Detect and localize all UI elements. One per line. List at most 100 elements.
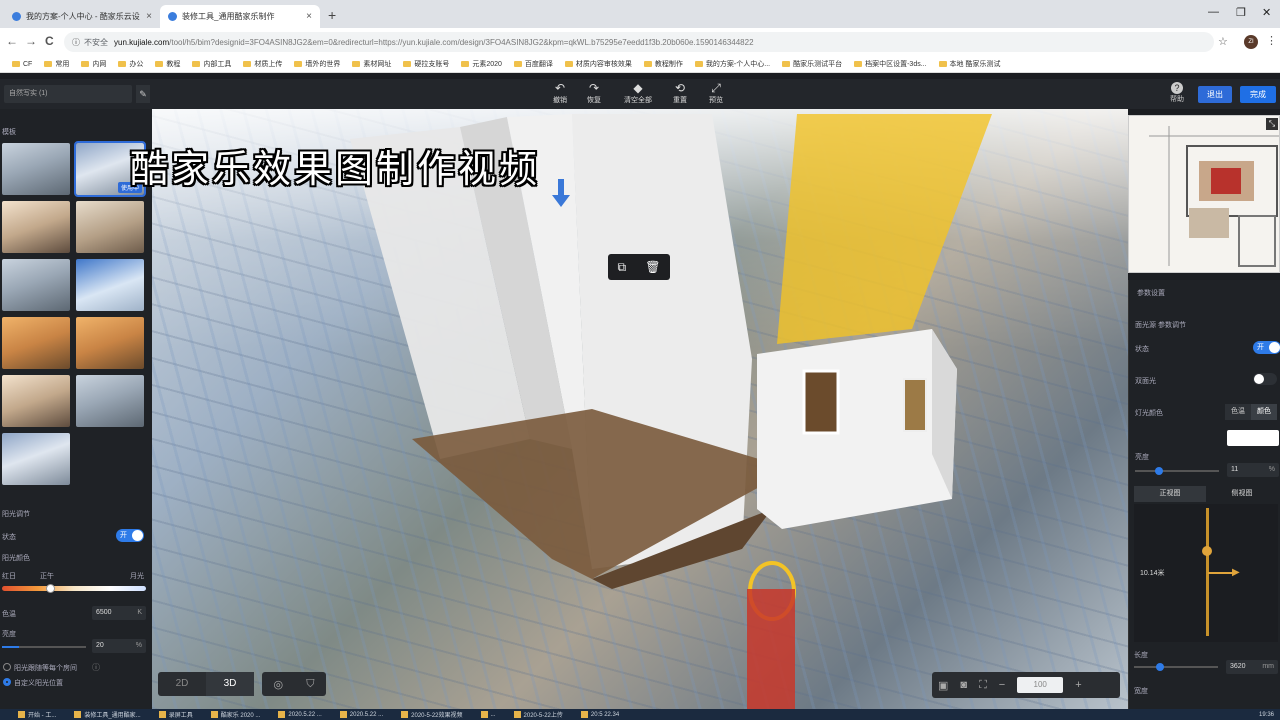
template-thumbnail[interactable] (2, 143, 70, 195)
tab-close-icon[interactable]: × (146, 11, 152, 22)
walk-icon[interactable]: ⛉ (306, 678, 314, 691)
floorplan-minimap[interactable] (1128, 115, 1280, 273)
color-temp-tab[interactable]: 色温 (1225, 404, 1251, 420)
undo-button[interactable]: ↶ 撤销 (545, 81, 575, 105)
length-input[interactable]: 3620 mm (1226, 660, 1278, 674)
template-thumbnail[interactable] (2, 375, 70, 427)
bookmark-item[interactable]: 教程制作 (643, 59, 683, 69)
zoom-in-button[interactable]: + (1075, 679, 1081, 691)
edit-icon[interactable]: ✎ (136, 85, 150, 103)
browser-tab-my-designs[interactable]: 我的方案-个人中心 - 酷家乐云设 × (4, 5, 160, 28)
clear-all-button[interactable]: ◆ 清空全部 (620, 81, 656, 105)
sun-color-slider[interactable] (2, 586, 146, 591)
bookmark-item[interactable]: 百度翻译 (513, 59, 553, 69)
light-brightness-input[interactable]: 11 % (1227, 463, 1279, 477)
info-icon[interactable]: ⓘ (72, 37, 80, 48)
bookmark-item[interactable]: 我的方案-个人中心... (694, 59, 770, 69)
template-thumbnail[interactable] (76, 259, 144, 311)
view-3d-button[interactable]: 3D (206, 672, 254, 696)
radio-custom-position[interactable] (3, 678, 11, 686)
bookmark-item[interactable]: 材质内容审核效果 (564, 59, 632, 69)
exit-button[interactable]: 退出 (1198, 86, 1232, 103)
avatar[interactable]: ZI (1244, 35, 1258, 49)
taskbar-item[interactable]: 酷家乐 2020 ... (210, 710, 260, 719)
bookmark-item[interactable]: 墙外的世界 (294, 59, 340, 69)
bookmark-item[interactable]: 档案中区设置-3ds... (854, 59, 927, 69)
bookmark-item[interactable]: 内网 (81, 59, 106, 69)
redo-button[interactable]: ↷ 恢复 (579, 81, 609, 105)
taskbar-item[interactable]: ... (480, 711, 496, 718)
bookmark-item[interactable]: 酷家乐测试平台 (782, 59, 842, 69)
front-view-tab[interactable]: 正视图 (1134, 486, 1206, 502)
template-thumbnail[interactable] (76, 317, 144, 369)
close-window-button[interactable]: ✕ (1262, 6, 1271, 19)
info-icon[interactable]: ⓘ (92, 662, 100, 673)
back-button[interactable]: ← (6, 34, 18, 48)
taskbar-item[interactable]: 录屏工具 (158, 710, 193, 719)
template-thumbnail[interactable] (2, 201, 70, 253)
maximize-button[interactable]: ❐ (1236, 6, 1246, 19)
taskbar-item[interactable]: 2020-5-22上传 (513, 710, 563, 719)
sun-state-toggle[interactable]: 开 (116, 529, 144, 542)
bookmark-star-icon[interactable]: ☆ (1218, 35, 1228, 48)
length-handle[interactable] (1156, 663, 1164, 671)
copy-icon[interactable]: ⧉ (618, 260, 627, 275)
forward-button[interactable]: → (25, 34, 37, 48)
template-thumbnail[interactable] (2, 259, 70, 311)
minimap-toggle-icon[interactable]: ⤡ (1266, 118, 1278, 130)
camera-icon[interactable]: ◎ (274, 678, 284, 691)
brightness-input[interactable]: 20 % (92, 639, 146, 653)
template-thumbnail[interactable] (2, 317, 70, 369)
side-view-tab[interactable]: 侧视图 (1206, 486, 1278, 502)
url-input[interactable]: ⓘ 不安全 yun.kujiale.com /tool/h5/bim?desig… (64, 32, 1214, 52)
bookmark-item[interactable]: 常用 (44, 59, 69, 69)
template-thumbnail[interactable] (2, 433, 70, 485)
taskbar-item[interactable]: 装修工具_通用酷家... (74, 710, 141, 719)
light-brightness-handle[interactable] (1155, 467, 1163, 475)
light-brightness-slider[interactable] (1135, 470, 1219, 472)
done-button[interactable]: 完成 (1240, 86, 1276, 103)
3d-viewport[interactable]: ⧉ 🗑 (152, 109, 1128, 709)
bookmark-item[interactable]: 本地 酷家乐测试 (938, 59, 1001, 69)
template-thumbnail[interactable] (76, 201, 144, 253)
reset-button[interactable]: ⟲ 重置 (665, 81, 695, 105)
double-side-toggle[interactable] (1253, 373, 1277, 385)
height-handle[interactable] (1202, 546, 1212, 556)
render-mode-select[interactable]: 自然写实 (1) (4, 85, 132, 103)
camera-icon[interactable]: ◙ (960, 679, 967, 691)
bookmark-item[interactable]: 元素2020 (461, 59, 502, 69)
minimize-button[interactable]: — (1208, 6, 1219, 18)
bookmark-item[interactable]: 教程 (155, 59, 180, 69)
browser-menu-icon[interactable]: ⋮ (1266, 34, 1277, 47)
reload-button[interactable]: C (45, 34, 54, 48)
bookmark-item[interactable]: 材质上传 (243, 59, 282, 69)
bookmark-item[interactable]: 硬拉支账号 (403, 59, 449, 69)
taskbar-item[interactable]: 2020.5.22 ... (278, 711, 322, 718)
bookmark-item[interactable]: CF (12, 61, 32, 68)
bookmark-item[interactable]: 办公 (118, 59, 143, 69)
bookmark-item[interactable]: 素材网址 (352, 59, 391, 69)
light-state-toggle[interactable]: 开 (1253, 341, 1280, 354)
preview-button[interactable]: ⤢ 预览 (701, 81, 731, 105)
length-slider[interactable] (1134, 666, 1218, 668)
taskbar-item[interactable]: 2020.5.22 ... (339, 711, 383, 718)
color-temp-input[interactable]: 6500 K (92, 606, 146, 620)
screenshot-icon[interactable]: ▣ (938, 679, 948, 692)
color-swatch[interactable] (1227, 430, 1279, 446)
view-2d-button[interactable]: 2D (158, 672, 206, 696)
trash-icon[interactable]: 🗑 (645, 260, 660, 274)
zoom-out-button[interactable]: − (999, 679, 1005, 691)
fullscreen-icon[interactable]: ⛶ (979, 679, 987, 692)
bookmark-item[interactable]: 内部工具 (192, 59, 231, 69)
taskbar-item[interactable]: 2020-5-22效果视频 (401, 710, 463, 719)
new-tab-button[interactable]: + (328, 7, 336, 23)
template-thumbnail[interactable] (76, 375, 144, 427)
browser-tab-active[interactable]: 装修工具_通用酷家乐制作 × (160, 5, 320, 28)
sun-color-handle[interactable] (46, 584, 55, 593)
taskbar-item[interactable]: 20:5 22.34 (580, 711, 619, 718)
help-button[interactable]: ? 帮助 (1170, 82, 1184, 104)
taskbar-item[interactable]: 开始 - 工... (18, 710, 56, 719)
zoom-input[interactable]: 100 (1017, 677, 1064, 693)
color-tab[interactable]: 颜色 (1251, 404, 1277, 420)
radio-follow-room[interactable] (3, 663, 11, 671)
